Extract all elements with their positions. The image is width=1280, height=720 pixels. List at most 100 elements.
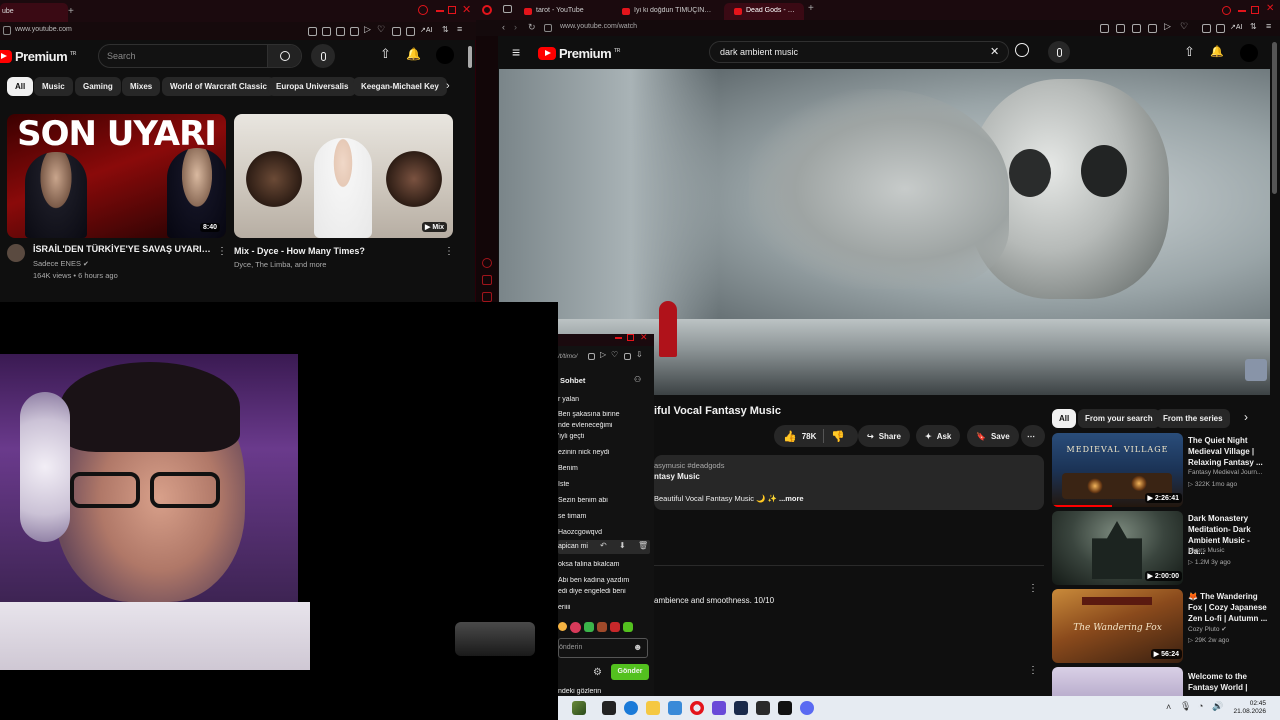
video-title[interactable]: Mix - Dyce - How Many Times? [234,246,434,256]
voice-search-button[interactable] [311,44,335,68]
terminal-icon[interactable] [778,701,792,715]
rec-item[interactable]: Welcome to the Fantasy World | [1052,667,1280,696]
clear-search-icon[interactable]: ✕ [990,45,999,58]
cube-icon[interactable] [350,27,359,36]
site-info-icon[interactable] [3,26,11,35]
edge-icon[interactable] [624,701,638,715]
chat-extensions-icon[interactable] [624,353,631,360]
video-thumbnail-2[interactable]: ▶ Mix [234,114,453,238]
chip-keegan-michael-key[interactable]: Keegan-Michael Key [353,77,447,96]
extensions-icon[interactable] [1202,24,1211,33]
file-explorer-icon[interactable] [646,701,660,715]
share-button[interactable]: ↪ Share [858,425,910,447]
chat-input[interactable]: önderin ☻ [558,638,648,658]
like-count[interactable]: 78K [802,432,817,441]
notifications-bell-icon[interactable]: 🔔 [1210,45,1224,58]
menu-icon[interactable]: ≡ [457,24,462,34]
more-actions-button[interactable]: ⋯ [1021,425,1045,447]
avatar[interactable] [1240,44,1258,62]
search-icon[interactable] [1015,43,1029,57]
forward-icon[interactable]: › [514,22,517,32]
more-options-icon[interactable]: ⋮ [217,246,227,257]
delete-icon[interactable]: 🗑 [638,541,648,550]
rec-item[interactable]: ▶ 2:00:00 Dark Monastery Meditation- Dar… [1052,511,1280,586]
sidebar-pinboard-icon[interactable] [482,275,492,285]
teams-icon[interactable] [712,701,726,715]
notifications-bell-icon[interactable]: 🔔 [406,47,421,61]
chat-minimize-icon[interactable] [615,337,622,339]
volume-icon[interactable]: 🔊 [1212,701,1223,712]
like-icon[interactable]: 👍 [783,430,797,443]
emoji-picker-icon[interactable]: ☻ [633,642,642,652]
chat-play-icon[interactable]: ▷ [600,350,606,359]
ai-icon[interactable]: ↗AI [1230,23,1242,31]
voice-search-button[interactable] [1048,41,1070,63]
discord-icon[interactable] [800,701,814,715]
steam-icon[interactable] [734,701,748,715]
cube-icon[interactable] [1148,24,1157,33]
emote-icon[interactable] [558,622,567,631]
close-icon[interactable]: ✕ [1266,3,1274,14]
minimize-icon[interactable] [1238,10,1246,12]
tray-overflow-icon[interactable]: ˄ [1166,702,1171,712]
app-icon[interactable] [756,701,770,715]
comment-more-icon[interactable]: ⋮ [1028,665,1038,676]
chip-all[interactable]: All [7,77,34,96]
more-options-icon[interactable]: ⋮ [444,246,454,257]
download-icon[interactable] [1116,24,1125,33]
heart-icon[interactable]: ♡ [1180,21,1188,32]
search-input[interactable]: dark ambient music [720,47,798,57]
task-view-icon[interactable] [602,701,616,715]
chat-address-bar[interactable]: /t/timo/ ▷ ♡ ⇩ [558,348,654,364]
rec-chip-all[interactable]: All [1052,409,1077,428]
camera-icon[interactable] [336,27,345,36]
emote-icon[interactable] [584,622,594,632]
opera-gx-icon[interactable] [690,701,704,715]
chat-message-hovered[interactable]: apican mi ↶ ⬇ 🗑 [558,540,650,554]
zoom-icon[interactable] [1100,24,1109,33]
microphone-tray-icon[interactable]: 🎙 [1180,701,1191,712]
chat-toolbar-icon[interactable] [588,353,595,360]
site-info-icon[interactable] [544,24,552,32]
rec-channel[interactable]: Myers Music [1188,547,1274,554]
yt-premium-logo[interactable]: Premium TR [538,46,620,61]
clock[interactable]: 02:45 21.08.2026 [1226,700,1266,716]
emote-icon[interactable] [610,622,620,632]
pin-icon[interactable]: ⬇ [619,541,626,550]
ai-icon[interactable]: ↗AI [420,26,432,34]
dislike-icon[interactable]: 👎 [831,430,845,443]
extensions-icon[interactable] [392,27,401,36]
save-button[interactable]: 🔖 Save [967,425,1019,447]
easy-setup-icon[interactable]: ⇅ [442,25,449,34]
workspaces-icon[interactable] [503,5,512,13]
right-scrollbar[interactable] [1272,42,1277,194]
show-more-link[interactable]: ...more [779,494,804,503]
channel-avatar[interactable] [7,244,25,262]
rec-channel[interactable]: Cozy Pluto ✔ [1188,625,1274,633]
emote-icon[interactable] [623,622,633,632]
video-title[interactable]: İSRAİL'DEN TÜRKİYE'YE SAVAŞ UYARISI! [33,244,213,254]
network-icon[interactable]: ◔ [1198,701,1203,711]
chat-maximize-icon[interactable] [627,334,634,341]
heart-icon[interactable]: ♡ [377,24,385,35]
upload-icon[interactable]: ⇧ [1184,44,1195,60]
easy-setup-icon[interactable]: ⇅ [1250,22,1257,31]
new-tab-icon[interactable]: + [68,6,74,17]
sidebar-history-icon[interactable] [482,258,492,268]
rec-item[interactable]: The Wandering Fox ▶ 56:24 🦊 The Wanderin… [1052,589,1280,664]
channel-name[interactable]: Sadece ENES ✔ [33,259,89,268]
chat-close-icon[interactable]: ✕ [640,332,648,343]
rec-chip-from-search[interactable]: From your search [1078,409,1160,428]
rec-title[interactable]: 🦊 The Wandering Fox | Cozy Japanese Zen … [1188,591,1268,624]
camera-icon[interactable] [1132,24,1141,33]
opera-search-icon[interactable] [418,5,428,15]
chips-next-icon[interactable]: › [446,80,450,92]
store-icon[interactable] [668,701,682,715]
widgets-icon[interactable] [572,701,586,715]
new-tab-icon[interactable]: + [808,3,814,14]
chat-users-icon[interactable]: ⚇ [634,375,641,384]
rec-item[interactable]: MEDIEVAL VILLAGE ▶ 2:26:41 The Quiet Nig… [1052,433,1280,508]
tab-iyi-ki-dogdun[interactable]: İyi ki doğdun TIMUÇIN - Yo [612,3,724,20]
tab-tarot[interactable]: tarot - YouTube [514,3,612,20]
chat-download-icon[interactable]: ⇩ [636,350,643,359]
